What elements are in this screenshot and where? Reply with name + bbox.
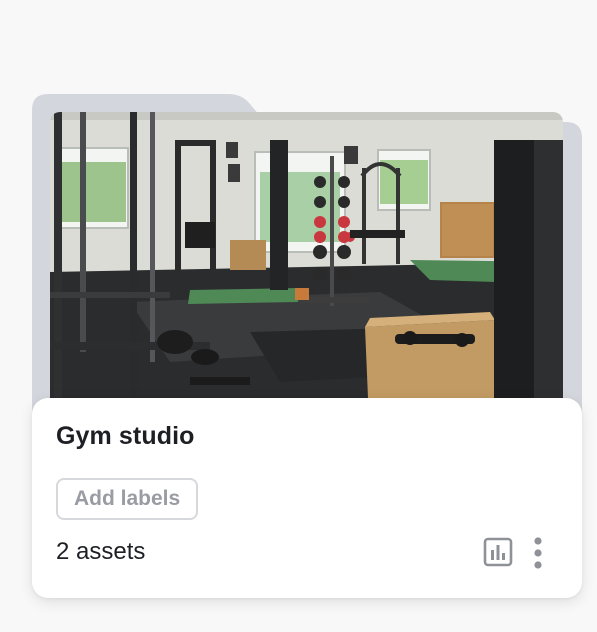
asset-count: 2 assets [56,538,146,565]
add-labels-button[interactable]: Add labels [56,478,199,520]
folder-title[interactable]: Gym studio [56,422,195,451]
folder-card[interactable]: Gym studio Add labels 2 assets [32,94,582,598]
folder-info-panel: Gym studio Add labels 2 assets [32,398,582,598]
gym-photo-image [50,112,563,398]
vertical-ellipsis-icon[interactable] [526,536,550,570]
folder-thumbnail[interactable] [50,112,563,398]
bar-chart-icon[interactable] [482,536,514,568]
